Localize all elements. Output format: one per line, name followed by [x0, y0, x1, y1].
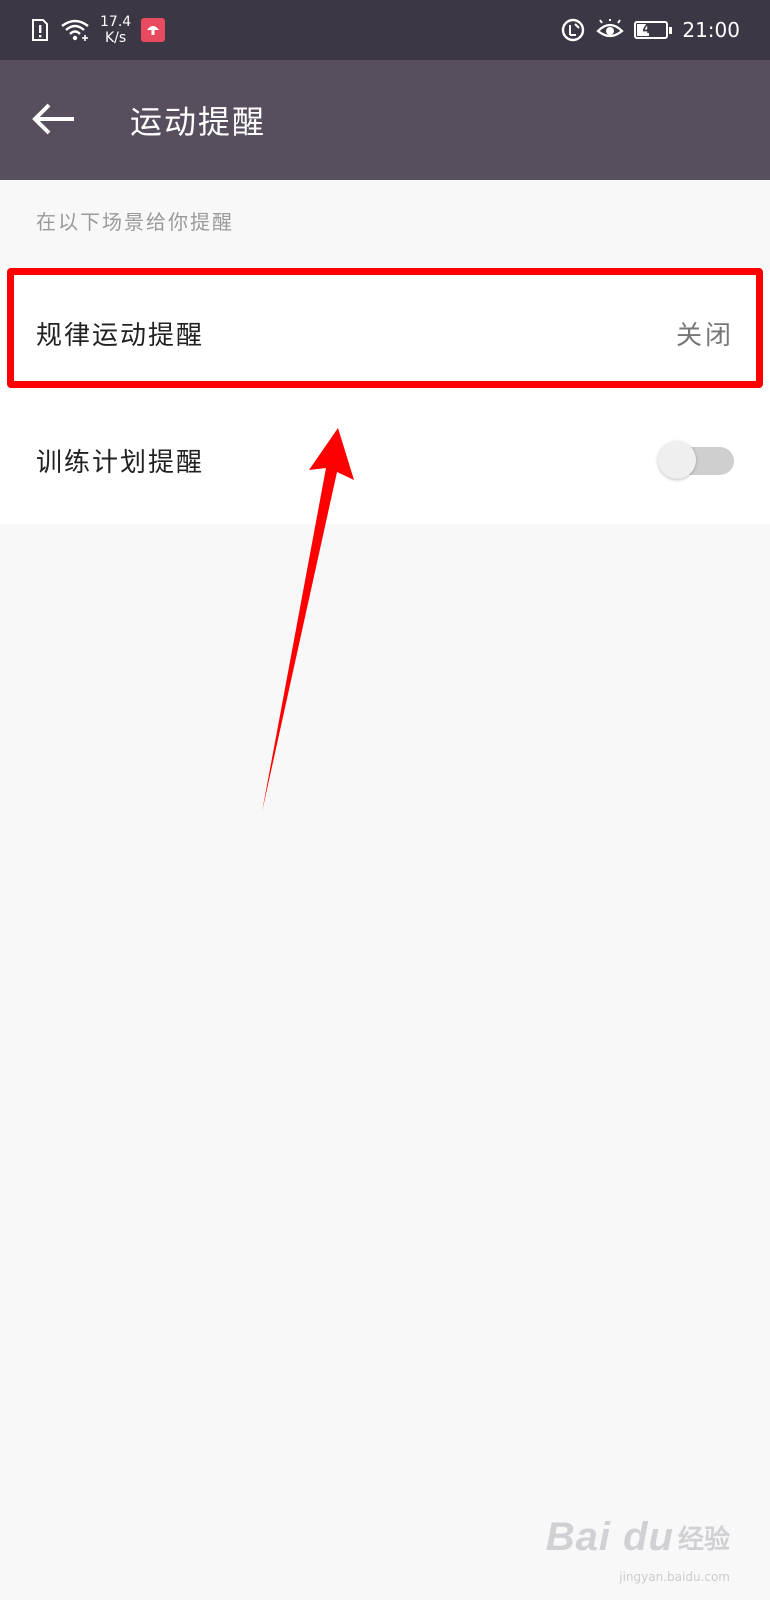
toggle-knob — [658, 441, 696, 479]
watermark-text: 经验 — [677, 1525, 730, 1555]
arrow-left-icon — [30, 102, 76, 140]
section-caption: 在以下场景给你提醒 — [36, 210, 234, 234]
app-notification-icon — [141, 18, 166, 42]
watermark: Bai du 经验 — [546, 1515, 730, 1560]
annotation-arrow — [262, 428, 354, 812]
net-speed: 17.4 K/s — [100, 14, 131, 46]
data-saver-icon — [560, 17, 586, 43]
annotation-highlight-box — [7, 268, 763, 388]
status-bar: 17.4 K/s 41 21:00 — [0, 0, 770, 60]
app-bar: 运动提醒 — [0, 60, 770, 180]
back-button[interactable] — [28, 96, 78, 146]
battery-icon: 41 — [634, 21, 673, 39]
wifi-icon — [60, 18, 90, 42]
net-speed-value: 17.4 — [100, 14, 132, 30]
clock: 21:00 — [682, 18, 740, 42]
watermark-url: jingyan.baidu.com — [619, 1570, 730, 1584]
sim-alert-icon — [30, 18, 50, 42]
training-plan-toggle[interactable] — [658, 441, 734, 479]
battery-nub — [669, 27, 673, 34]
battery-level: 41 — [642, 22, 661, 37]
status-bar-right: 41 21:00 — [560, 10, 740, 50]
net-speed-unit: K/s — [104, 30, 127, 46]
setting-row-training-plan: 训练计划提醒 — [0, 396, 770, 524]
page-title: 运动提醒 — [130, 103, 267, 141]
eye-comfort-icon — [596, 19, 624, 41]
watermark-logo: Bai du — [545, 1515, 674, 1559]
setting-label: 训练计划提醒 — [36, 447, 205, 478]
status-bar-left: 17.4 K/s — [30, 10, 166, 50]
